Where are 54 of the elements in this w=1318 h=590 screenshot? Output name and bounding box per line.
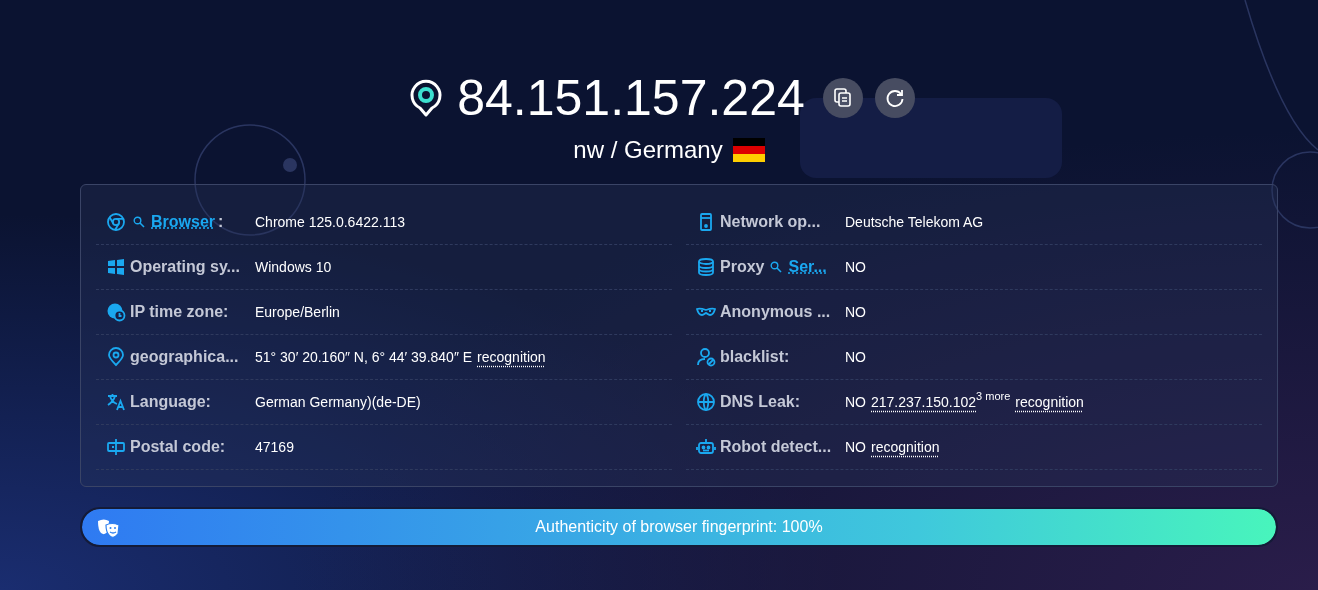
windows-icon [106,257,126,277]
field-label: Language: [130,393,211,411]
field-value: NO [845,304,866,320]
location-text: nw / Germany [573,136,723,164]
field-value: German Germany)(de-DE) [255,394,421,410]
translate-icon [106,392,126,412]
field-value: NO [845,349,866,365]
dotted-link[interactable]: recognition [477,349,546,365]
globe-clock-icon [106,302,126,322]
field-value: NO [845,439,866,455]
copy-icon [833,88,852,108]
dot-decoration [283,158,297,172]
refresh-icon [884,88,905,108]
database-icon [696,257,716,277]
field-label: DNS Leak: [720,393,801,411]
field-value: Chrome 125.0.6422.113 [255,214,405,230]
dotted-link[interactable]: recognition [1015,394,1084,410]
field-label: IP time zone: [130,303,229,321]
refresh-button[interactable] [874,78,915,118]
field-value: 47169 [255,439,294,455]
user-block-icon [696,347,716,367]
dotted-link[interactable]: 217.237.150.102 [871,394,977,410]
field-value: NO [845,259,866,275]
field-value: Europe/Berlin [255,304,340,320]
field-label: Postal code: [130,438,226,456]
chrome-icon [106,212,126,232]
ip-address: 84.151.157.224 [457,70,805,126]
fingerprint-score: Authenticity of browser fingerprint: 100% [535,518,823,536]
more-count: 3 more [976,390,1011,402]
field-label: Robot detect... [720,438,832,456]
field-label: geographica... [130,348,239,366]
theater-masks-icon [96,518,122,540]
field-value: NO [845,394,866,410]
field-value: Deutsche Telekom AG [845,214,984,230]
field-label: Anonymous ... [720,303,831,321]
dns-icon [696,392,716,412]
copy-button[interactable] [822,78,863,118]
field-label: Network op... [720,213,821,231]
location-pin-icon [409,78,444,118]
germany-flag-icon [732,138,765,162]
dotted-link[interactable]: recognition [871,439,940,455]
mailbox-icon [106,437,126,457]
search-link[interactable]: Browser [151,213,216,231]
field-label: Operating sy... [130,258,240,276]
search-icon [133,216,145,228]
field-value: Windows 10 [255,259,332,275]
robot-icon [696,437,716,457]
field-label: blacklist: [720,348,790,366]
pin-icon [106,347,126,367]
field-value: 51° 30′ 20.160″ N, 6° 44′ 39.840″ E [255,349,473,365]
field-label: : [218,213,224,231]
field-label: Proxy [720,258,765,276]
search-icon [770,261,783,273]
search-link[interactable]: Ser... [788,258,827,276]
